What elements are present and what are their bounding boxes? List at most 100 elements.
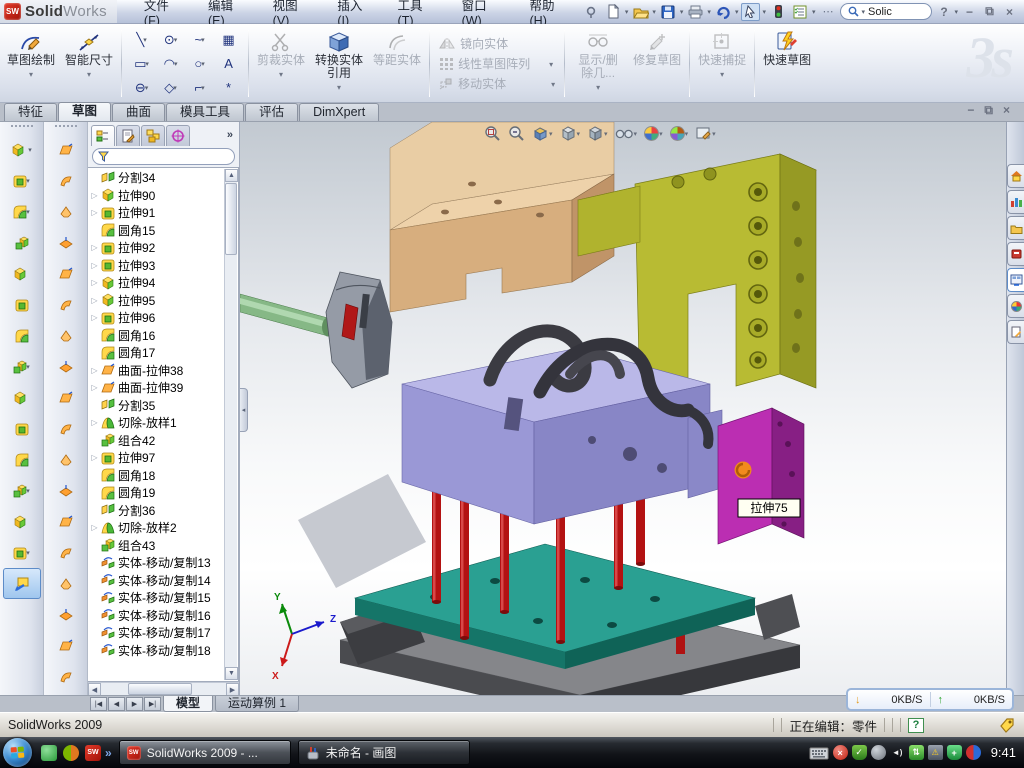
start-button[interactable] (3, 738, 32, 767)
keyboard-layout-icon[interactable] (809, 746, 829, 760)
expand-arrow-icon[interactable]: ▷ (90, 383, 99, 392)
tree-overflow-chevron[interactable]: » (227, 129, 236, 141)
convert-entities-button[interactable]: 转换实体引用 ▾ (310, 27, 368, 100)
tab-motion-study[interactable]: 运动算例 1 (215, 696, 299, 712)
sprue-and-cam-block[interactable] (240, 272, 392, 388)
quick-tips-icon[interactable]: ? (908, 718, 924, 733)
tree-filter-input[interactable] (92, 148, 235, 165)
display-style-button[interactable]: ▾ (587, 125, 608, 142)
chevron-down-icon[interactable]: ▾ (29, 68, 33, 81)
sketch-draw-button[interactable]: 草图绘制 ▾ (2, 27, 60, 100)
tree-item-组合42[interactable]: 组合42 (90, 432, 224, 450)
replace-face-button[interactable] (47, 475, 85, 506)
messenger-icon[interactable] (41, 745, 57, 761)
linear-pattern-button[interactable]: ▾ (3, 351, 41, 382)
ellipse-tool-button[interactable]: ○▾ (185, 52, 214, 76)
purple-core-block[interactable] (402, 331, 743, 524)
tree-item-拉伸92[interactable]: ▷拉伸92 (90, 239, 224, 257)
repair-sketch-button[interactable]: 修复草图 (628, 27, 686, 100)
knit-surface-button[interactable] (47, 351, 85, 382)
rebuild-traffic-light-icon[interactable] (769, 3, 788, 21)
tree-item-曲面-拉伸38[interactable]: ▷曲面-拉伸38 (90, 362, 224, 380)
curve-through-points-button[interactable] (47, 661, 85, 692)
tree-item-拉伸94[interactable]: ▷拉伸94 (90, 274, 224, 292)
tree-item-拉伸96[interactable]: ▷拉伸96 (90, 309, 224, 327)
toolbar-grip[interactable] (11, 125, 33, 130)
line-tool-button[interactable]: ╲▾ (127, 28, 156, 52)
scroll-up-icon[interactable]: ▲ (225, 169, 238, 182)
rectangle-tool-button[interactable]: ▭▾ (127, 52, 156, 76)
tree-item-实体-移动/复制16[interactable]: 实体-移动/复制16 (90, 607, 224, 625)
move-entities-button[interactable]: 移动实体 ▾ (439, 75, 555, 92)
planar-surface-button[interactable] (47, 320, 85, 351)
toolbar-grip[interactable] (55, 125, 77, 130)
tab-DimXpert[interactable]: DimXpert (299, 103, 379, 121)
menu-item-3[interactable]: 插入(I) (324, 0, 384, 23)
pin-icon[interactable] (582, 3, 601, 21)
dimxpertmanager-tab[interactable] (166, 125, 190, 146)
extruded-cut-button[interactable]: ▾ (3, 165, 41, 196)
tree-item-拉伸90[interactable]: ▷拉伸90 (90, 187, 224, 205)
solidworks-icon[interactable]: SW (85, 745, 101, 761)
configurationmanager-tab[interactable] (141, 125, 165, 146)
thicken-surface-button[interactable] (47, 382, 85, 413)
security-alert-icon[interactable]: × (833, 745, 848, 760)
combine-bodies-button[interactable] (3, 382, 41, 413)
offset-surface-button[interactable] (47, 289, 85, 320)
scroll-down-icon[interactable]: ▼ (225, 667, 238, 680)
tree-item-实体-移动/复制13[interactable]: 实体-移动/复制13 (90, 554, 224, 572)
scroll-thumb[interactable] (128, 683, 192, 695)
swept-surface-button[interactable] (47, 134, 85, 165)
tab-曲面[interactable]: 曲面 (112, 103, 165, 121)
expand-arrow-icon[interactable]: ▷ (90, 313, 99, 322)
tree-item-切除-放样1[interactable]: ▷切除-放样1 (90, 414, 224, 432)
extruded-surface-button[interactable] (47, 196, 85, 227)
expand-arrow-icon[interactable]: ▷ (90, 261, 99, 270)
search-input[interactable]: ▾ Solic (840, 3, 932, 20)
offset-entities-button[interactable]: 等距实体 (368, 27, 426, 100)
hide-show-items-button[interactable]: ▾ (615, 126, 638, 141)
design-library-tab[interactable] (1007, 190, 1024, 214)
tree-item-分割35[interactable]: 分割35 (90, 397, 224, 415)
extend-surface-button[interactable] (47, 537, 85, 568)
propertymanager-tab[interactable] (116, 125, 140, 146)
tree-item-曲面-拉伸39[interactable]: ▷曲面-拉伸39 (90, 379, 224, 397)
section-view-button[interactable]: ▾ (532, 125, 553, 142)
shield-green-icon[interactable]: ✓ (852, 745, 867, 760)
expand-arrow-icon[interactable]: ▷ (90, 191, 99, 200)
expand-arrow-icon[interactable]: ▷ (90, 366, 99, 375)
network-speed-widget[interactable]: ↓0KB/S ↑0KB/S (846, 688, 1014, 711)
menu-item-1[interactable]: 编辑(E) (195, 0, 260, 23)
tree-item-实体-移动/复制18[interactable]: 实体-移动/复制18 (90, 642, 224, 660)
appearances-tab[interactable] (1007, 294, 1024, 318)
spline-tool-button[interactable]: ~▾ (185, 28, 214, 52)
scroll-thumb[interactable] (225, 183, 237, 255)
tab-model[interactable]: 模型 (163, 696, 213, 712)
tree-item-拉伸97[interactable]: ▷拉伸97 (90, 449, 224, 467)
expand-arrow-icon[interactable]: ▷ (90, 208, 99, 217)
launcher-icon[interactable] (63, 745, 79, 761)
fillet-surface-button[interactable] (47, 568, 85, 599)
instant3d-button[interactable] (3, 568, 41, 599)
doc-minimize-icon[interactable]: − (967, 103, 974, 118)
tree-item-实体-移动/复制17[interactable]: 实体-移动/复制17 (90, 624, 224, 642)
tree-item-圆角17[interactable]: 圆角17 (90, 344, 224, 362)
revolved-surface-button[interactable] (47, 165, 85, 196)
file-explorer-tab[interactable] (1007, 216, 1024, 240)
expand-arrow-icon[interactable]: ▷ (90, 243, 99, 252)
expand-arrow-icon[interactable]: ▷ (90, 523, 99, 532)
sync-icon[interactable]: ⇅ (909, 745, 924, 760)
menu-item-4[interactable]: 工具(T) (385, 0, 449, 23)
split-body-button[interactable] (3, 413, 41, 444)
select-arrow-icon[interactable] (741, 3, 760, 21)
print-icon[interactable] (686, 3, 705, 21)
help-icon[interactable]: ? (935, 4, 952, 19)
prev-tab-icon[interactable]: ◀ (108, 697, 125, 711)
undo-icon[interactable] (714, 3, 733, 21)
panel-collapse-handle[interactable]: ◂ (240, 388, 248, 432)
text-tool-button[interactable]: A (214, 52, 243, 76)
tab-评估[interactable]: 评估 (245, 103, 298, 121)
curve-tools-button[interactable] (3, 506, 41, 537)
point-tool-button[interactable]: * (214, 76, 243, 100)
quick-snaps-button[interactable]: 快速捕捉 ▾ (693, 27, 751, 100)
